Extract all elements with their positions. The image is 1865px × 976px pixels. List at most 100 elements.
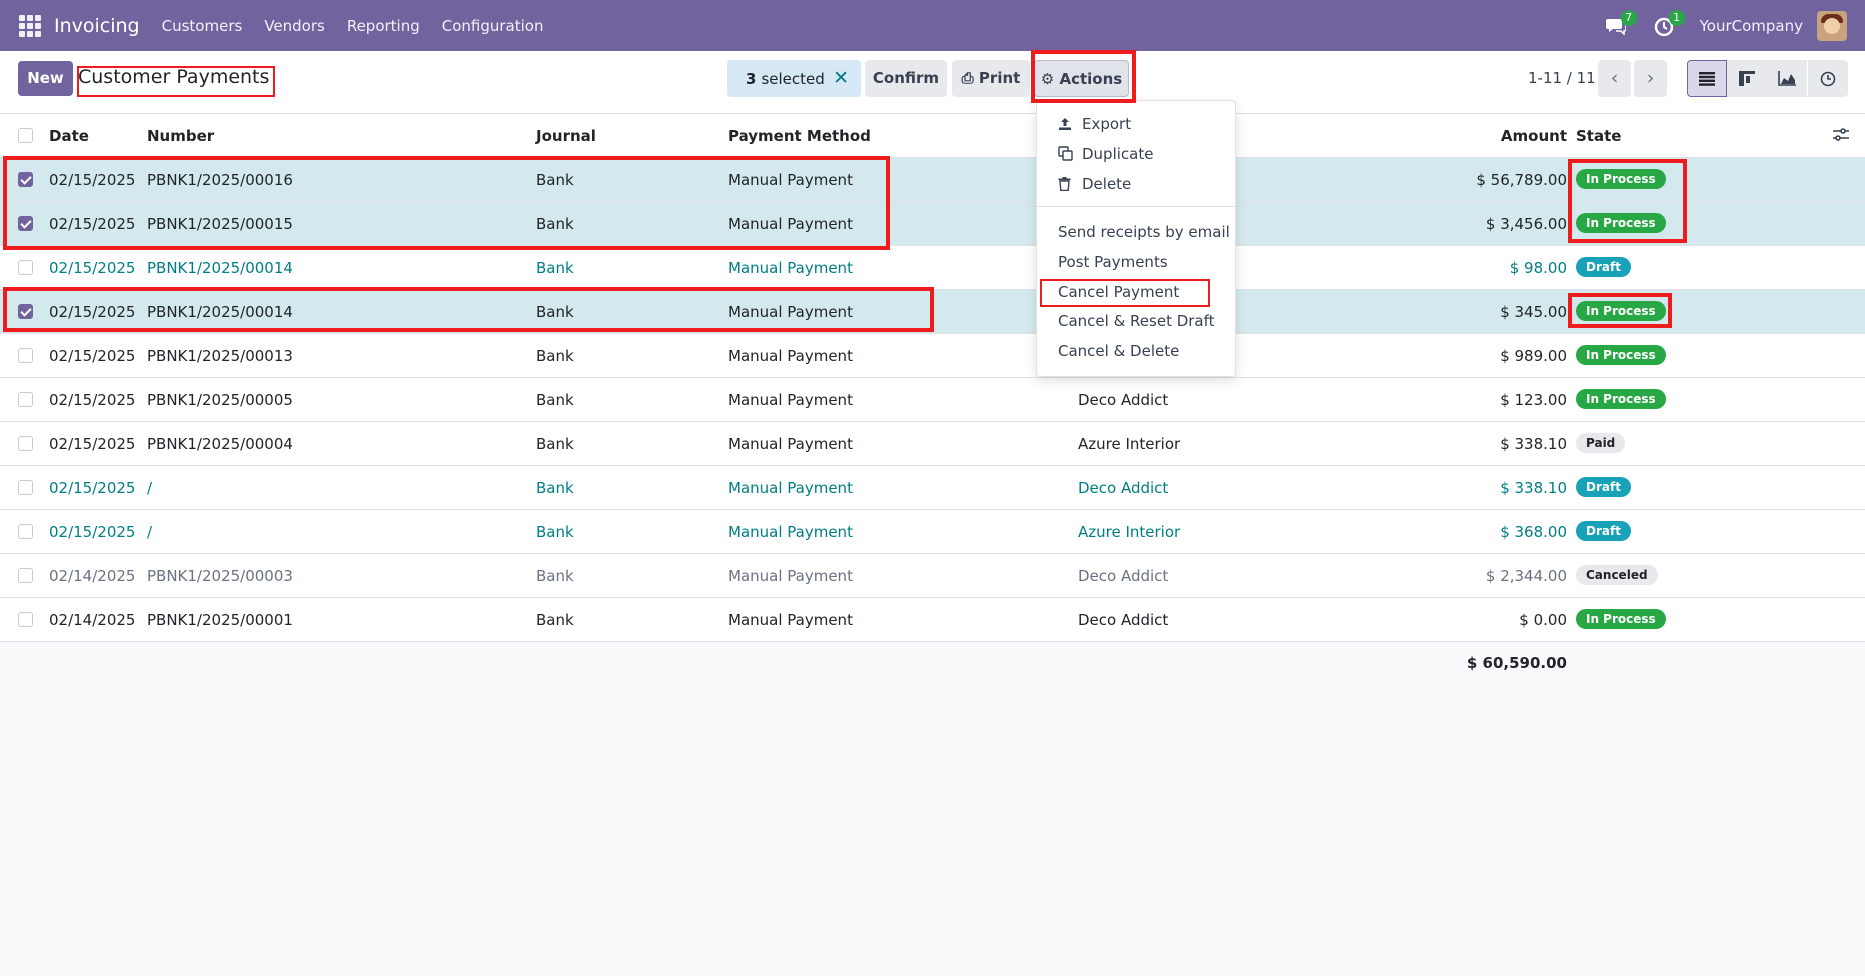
table-row[interactable]: 02/15/2025 PBNK1/2025/00015 Bank Manual … <box>0 202 1865 246</box>
cell-amount: $ 989.00 <box>1500 347 1567 365</box>
column-header-state[interactable]: State <box>1576 127 1621 145</box>
menu-item-cancel-reset-draft[interactable]: Cancel & Reset Draft <box>1058 312 1215 330</box>
row-checkbox[interactable] <box>18 260 33 275</box>
company-switcher[interactable]: YourCompany <box>1700 17 1803 35</box>
table-row[interactable]: 02/15/2025 PBNK1/2025/00005 Bank Manual … <box>0 378 1865 422</box>
row-checkbox[interactable] <box>18 392 33 407</box>
status-badge: In Process <box>1576 345 1666 365</box>
clock-icon <box>1820 71 1836 86</box>
pager-next-button[interactable]: › <box>1634 60 1667 97</box>
menu-item-cancel-payment[interactable]: Cancel Payment <box>1058 283 1179 301</box>
menu-divider <box>1037 206 1235 207</box>
actions-button[interactable]: ⚙ Actions <box>1034 60 1129 97</box>
column-header-journal[interactable]: Journal <box>536 127 596 145</box>
chevron-left-icon: ‹ <box>1610 67 1619 89</box>
actions-label: Actions <box>1059 70 1123 88</box>
cell-amount: $ 368.00 <box>1500 523 1567 541</box>
column-header-date[interactable]: Date <box>49 127 89 145</box>
row-checkbox[interactable] <box>18 480 33 495</box>
graph-view-button[interactable] <box>1767 60 1807 97</box>
menu-item-cancel-delete[interactable]: Cancel & Delete <box>1058 342 1179 360</box>
list-view-button[interactable] <box>1687 60 1727 97</box>
pager-previous-button[interactable]: ‹ <box>1598 60 1631 97</box>
menu-item-duplicate[interactable]: Duplicate <box>1058 145 1153 165</box>
cell-journal: Bank <box>536 391 574 409</box>
cell-payment-method: Manual Payment <box>728 347 853 365</box>
selection-indicator: 3 selected ✕ <box>727 60 861 97</box>
table-row[interactable]: 02/15/2025 / Bank Manual Payment Deco Ad… <box>0 466 1865 510</box>
cell-journal: Bank <box>536 171 574 189</box>
printer-icon: ⎙ <box>961 69 974 87</box>
activities-count-badge: 1 <box>1668 9 1685 26</box>
activities-button[interactable]: 1 <box>1652 9 1685 39</box>
gear-icon: ⚙ <box>1040 70 1055 88</box>
cell-number: PBNK1/2025/00016 <box>147 171 293 189</box>
cell-payment-method: Manual Payment <box>728 391 853 409</box>
row-checkbox[interactable] <box>18 304 33 319</box>
status-badge: In Process <box>1576 609 1666 629</box>
row-checkbox[interactable] <box>18 524 33 539</box>
row-checkbox[interactable] <box>18 348 33 363</box>
menu-item-export[interactable]: Export <box>1058 115 1131 135</box>
column-header-amount[interactable]: Amount <box>1501 127 1567 145</box>
select-all-checkbox[interactable] <box>18 128 33 143</box>
pager-value[interactable]: 1-11 / 11 <box>1528 69 1596 87</box>
row-checkbox[interactable] <box>18 568 33 583</box>
row-checkbox[interactable] <box>18 172 33 187</box>
menu-customers[interactable]: Customers <box>162 17 243 35</box>
menu-item-delete[interactable]: Delete <box>1058 175 1131 195</box>
status-badge: Draft <box>1576 477 1631 497</box>
cell-date: 02/15/2025 <box>49 215 136 233</box>
user-avatar[interactable] <box>1817 10 1847 41</box>
cell-amount: $ 345.00 <box>1500 303 1567 321</box>
apps-menu-icon[interactable] <box>19 14 41 37</box>
menu-item-send-receipts[interactable]: Send receipts by email <box>1058 223 1230 241</box>
cell-date: 02/15/2025 <box>49 523 136 541</box>
column-header-payment-method[interactable]: Payment Method <box>728 127 871 145</box>
table-row[interactable]: 02/15/2025 PBNK1/2025/00014 Bank Manual … <box>0 246 1865 290</box>
print-button[interactable]: ⎙ Print <box>952 60 1030 97</box>
row-checkbox[interactable] <box>18 436 33 451</box>
status-badge: Paid <box>1576 433 1626 453</box>
column-options-icon[interactable] <box>1833 128 1849 142</box>
cell-date: 02/15/2025 <box>49 435 136 453</box>
cell-payment-method: Manual Payment <box>728 479 853 497</box>
cell-amount: $ 338.10 <box>1500 435 1567 453</box>
menu-configuration[interactable]: Configuration <box>442 17 544 35</box>
cell-journal: Bank <box>536 259 574 277</box>
chevron-right-icon: › <box>1646 67 1655 89</box>
app-name[interactable]: Invoicing <box>54 15 140 37</box>
cell-payment-method: Manual Payment <box>728 171 853 189</box>
table-row[interactable]: 02/14/2025 PBNK1/2025/00001 Bank Manual … <box>0 598 1865 642</box>
table-row[interactable]: 02/14/2025 PBNK1/2025/00003 Bank Manual … <box>0 554 1865 598</box>
status-badge: In Process <box>1576 389 1666 409</box>
cell-number: PBNK1/2025/00014 <box>147 259 293 277</box>
activity-view-button[interactable] <box>1808 60 1848 97</box>
status-badge: Draft <box>1576 521 1631 541</box>
column-header-number[interactable]: Number <box>147 127 214 145</box>
cell-journal: Bank <box>536 215 574 233</box>
table-row[interactable]: 02/15/2025 PBNK1/2025/00014 Bank Manual … <box>0 290 1865 334</box>
table-row[interactable]: 02/15/2025 PBNK1/2025/00004 Bank Manual … <box>0 422 1865 466</box>
unselect-all-icon[interactable]: ✕ <box>833 67 849 89</box>
table-row[interactable]: 02/15/2025 PBNK1/2025/00013 Bank Manual … <box>0 334 1865 378</box>
menu-item-post-payments[interactable]: Post Payments <box>1058 253 1168 271</box>
row-checkbox[interactable] <box>18 216 33 231</box>
messages-button[interactable]: 7 <box>1604 9 1637 39</box>
new-button[interactable]: New <box>18 61 73 96</box>
confirm-button[interactable]: Confirm <box>865 60 947 97</box>
menu-vendors[interactable]: Vendors <box>264 17 325 35</box>
menu-item-label: Delete <box>1082 175 1132 193</box>
cell-journal: Bank <box>536 523 574 541</box>
cell-customer: Azure Interior <box>1078 523 1181 541</box>
upload-icon <box>1058 117 1076 135</box>
table-row[interactable]: 02/15/2025 / Bank Manual Payment Azure I… <box>0 510 1865 554</box>
navbar-right: 7 1 YourCompany <box>1604 0 1865 51</box>
kanban-view-button[interactable] <box>1727 60 1767 97</box>
cell-journal: Bank <box>536 303 574 321</box>
row-checkbox[interactable] <box>18 612 33 627</box>
menu-reporting[interactable]: Reporting <box>347 17 420 35</box>
table-row[interactable]: 02/15/2025 PBNK1/2025/00016 Bank Manual … <box>0 158 1865 202</box>
cell-amount: $ 56,789.00 <box>1476 171 1567 189</box>
cell-payment-method: Manual Payment <box>728 523 853 541</box>
